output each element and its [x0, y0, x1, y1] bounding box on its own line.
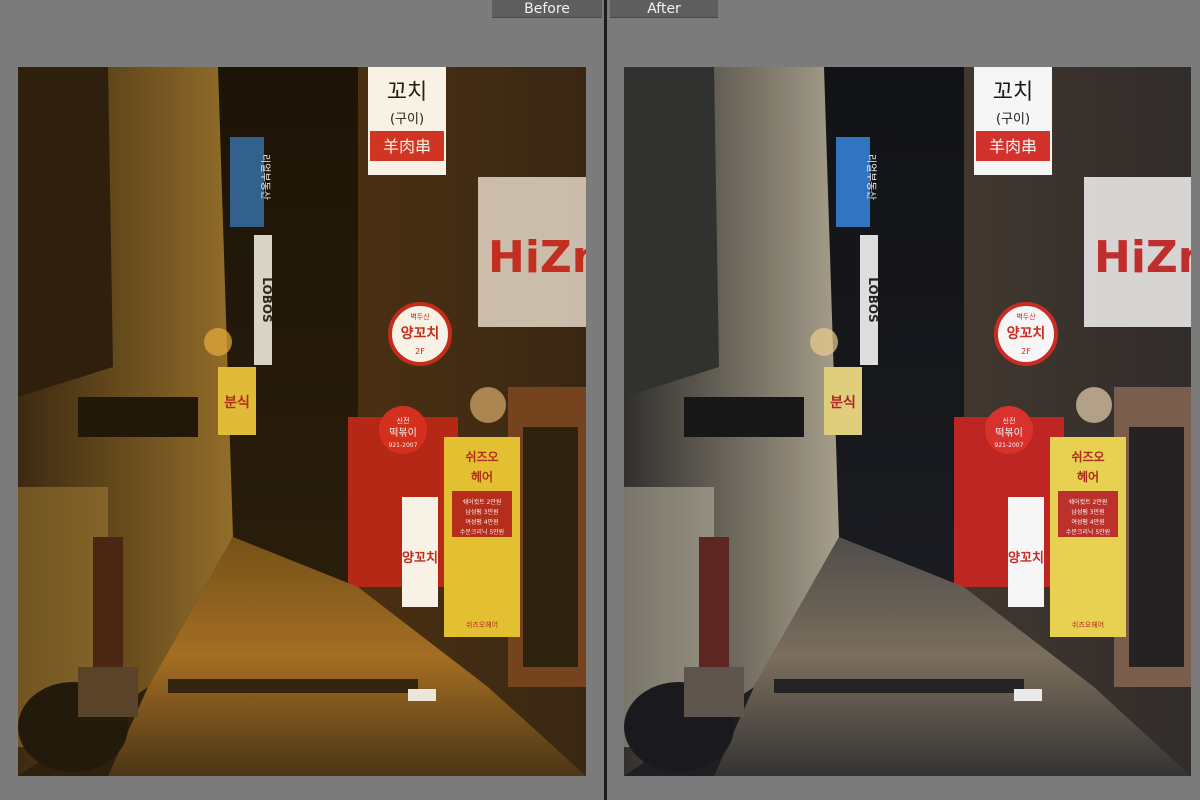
after-photo: HiZm 꼬치 (구이) 羊肉串 리얼부동산 LOBOS 벽두산 양꼬치 2F … [624, 67, 1191, 776]
before-label: Before [492, 0, 602, 18]
after-alley-scene: HiZm 꼬치 (구이) 羊肉串 리얼부동산 LOBOS 벽두산 양꼬치 2F … [624, 67, 1191, 776]
lightroom-before-after-view: Before After HiZ 꼬치 (구이) 羊肉串 리얼부동산 LOBOS… [0, 0, 1200, 800]
before-alley-scene: HiZm 꼬치 (구이) 羊肉串 리얼부동산 LOBOS [18, 67, 586, 776]
after-label: After [610, 0, 718, 18]
before-photo: HiZm 꼬치 (구이) 羊肉串 리얼부동산 LOBOS [18, 67, 586, 776]
split-divider[interactable] [604, 0, 607, 800]
